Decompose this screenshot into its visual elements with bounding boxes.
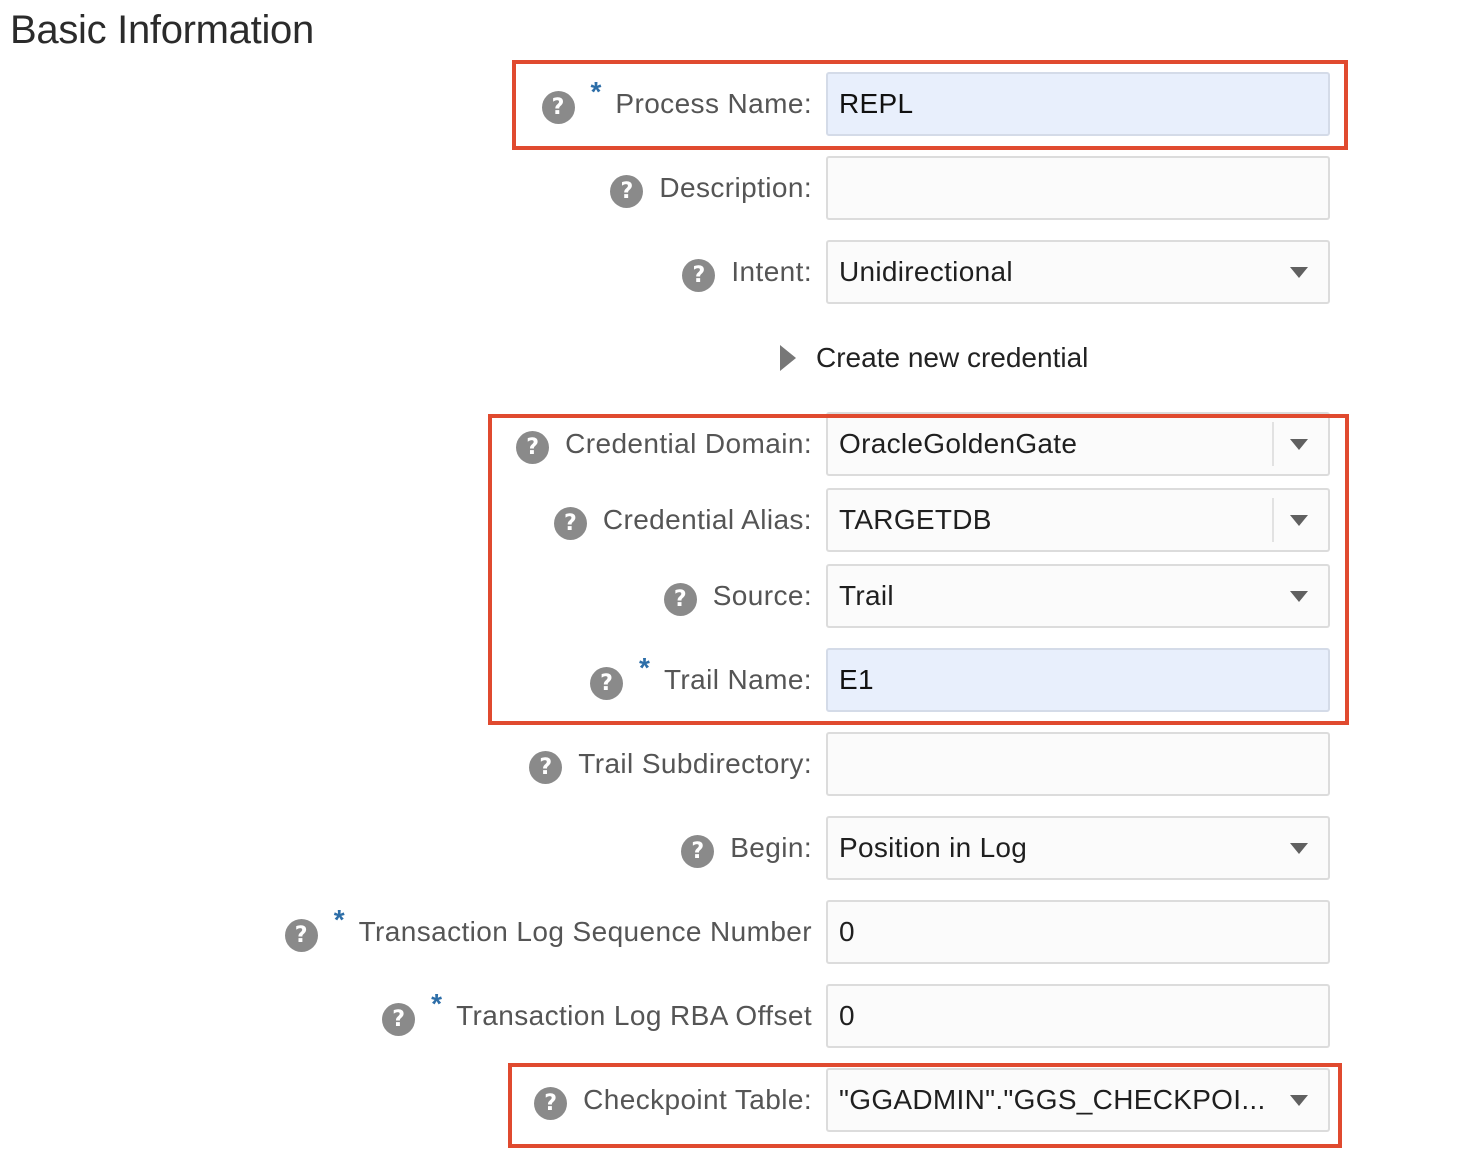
help-icon[interactable]: ? [682,258,716,292]
description-input[interactable] [826,156,1330,220]
description-label: Description: [659,172,812,203]
log-sequence-input[interactable]: 0 [826,900,1330,964]
help-icon[interactable]: ? [681,834,715,868]
chevron-down-icon[interactable] [1290,842,1308,854]
create-credential-expander[interactable]: Create new credential [780,342,1088,374]
help-icon[interactable]: ? [610,174,644,208]
required-asterisk: * [431,988,443,1019]
create-credential-label[interactable]: Create new credential [816,342,1088,374]
highlight-box-checkpoint-table [508,1063,1342,1148]
help-icon[interactable]: ? [382,1002,416,1036]
help-icon[interactable]: ? [284,918,318,952]
rba-offset-input[interactable]: 0 [826,984,1330,1048]
chevron-down-icon[interactable] [1290,266,1308,278]
trail-subdirectory-label: Trail Subdirectory: [578,748,812,779]
section-title: Basic Information [10,8,314,52]
highlight-box-process-name [512,60,1348,150]
intent-label: Intent: [731,256,812,287]
begin-label: Begin: [730,832,812,863]
disclosure-triangle-icon[interactable] [780,345,796,371]
begin-select[interactable]: Position in Log [826,816,1330,880]
trail-subdirectory-input[interactable] [826,732,1330,796]
intent-select[interactable]: Unidirectional [826,240,1330,304]
required-asterisk: * [333,904,345,935]
highlight-box-credentials [488,414,1349,725]
rba-offset-label: Transaction Log RBA Offset [456,1000,812,1031]
log-sequence-label: Transaction Log Sequence Number [358,916,812,947]
help-icon[interactable]: ? [529,750,563,784]
